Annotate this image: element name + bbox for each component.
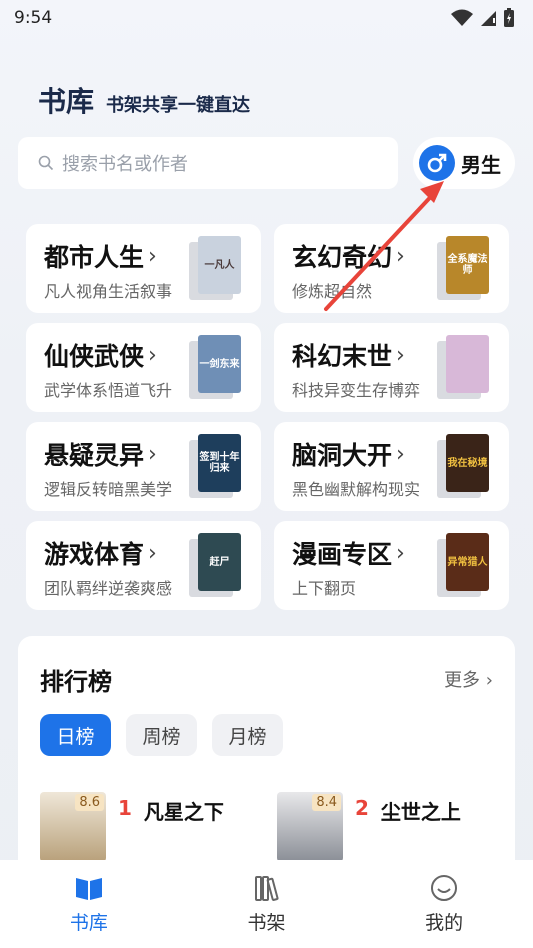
tab-bookshelf[interactable]: 书架 <box>178 860 356 948</box>
tab-label: 我的 <box>425 912 464 934</box>
category-title: 都市人生 › <box>44 243 157 272</box>
battery-icon <box>504 8 514 27</box>
book-cover: 8.4 <box>277 792 343 862</box>
category-title: 脑洞大开 › <box>292 441 405 470</box>
category-desc: 逻辑反转暗黑美学 <box>44 480 173 499</box>
ranking-more-link[interactable]: 更多 › <box>444 666 493 692</box>
search-icon <box>38 155 54 171</box>
category-desc: 上下翻页 <box>292 579 357 598</box>
category-title: 漫画专区 › <box>292 540 405 569</box>
wifi-icon <box>451 9 473 26</box>
category-desc: 科技异变生存博弈 <box>292 381 421 400</box>
page-subtitle: 书架共享一键直达 <box>106 95 251 116</box>
category-card-mystery[interactable]: 悬疑灵异 › 逻辑反转暗黑美学 签到十年归来 <box>26 422 261 511</box>
status-bar: 9:54 <box>0 0 533 36</box>
book-cover: 异常猎人 <box>437 533 489 597</box>
category-title: 悬疑灵异 › <box>44 441 157 470</box>
category-desc: 团队羁绊逆袭爽感 <box>44 579 173 598</box>
book-cover: 签到十年归来 <box>189 434 241 498</box>
book-cover: 赶尸 <box>189 533 241 597</box>
category-desc: 黑色幽默解构现实 <box>292 480 421 499</box>
page-title: 书库 <box>38 85 95 118</box>
book-title: 尘世之上 <box>380 800 461 824</box>
chevron-right-icon: › <box>148 342 157 368</box>
book-cover: 我在秘境 <box>437 434 489 498</box>
ranking-panel: 排行榜 更多 › 日榜 周榜 月榜 8.6 1 凡星之下 8.4 2 尘世之上 <box>18 636 515 876</box>
tab-daily[interactable]: 日榜 <box>40 714 111 756</box>
chevron-right-icon: › <box>148 441 157 467</box>
book-cover <box>437 335 489 399</box>
category-title: 仙侠武侠 › <box>44 342 157 371</box>
category-card-scifi[interactable]: 科幻末世 › 科技异变生存博弈 <box>274 323 509 412</box>
category-card-comics[interactable]: 漫画专区 › 上下翻页 异常猎人 <box>274 521 509 610</box>
status-icons <box>451 8 515 28</box>
smile-icon <box>431 875 458 901</box>
score-badge: 8.6 <box>75 794 104 811</box>
category-card-games-sports[interactable]: 游戏体育 › 团队羁绊逆袭爽感 赶尸 <box>26 521 261 610</box>
tab-library[interactable]: 书库 <box>0 860 178 948</box>
bottom-tab-bar: 书库 书架 我的 <box>0 860 533 948</box>
category-card-urban[interactable]: 都市人生 › 凡人视角生活叙事 一凡人 <box>26 224 261 313</box>
bookshelf-icon <box>254 876 279 901</box>
chevron-right-icon: › <box>396 540 405 566</box>
chevron-right-icon: › <box>485 670 493 691</box>
category-desc: 凡人视角生活叙事 <box>44 282 173 301</box>
tab-mine[interactable]: 我的 <box>355 860 533 948</box>
book-cover: 一剑东来 <box>189 335 241 399</box>
chevron-right-icon: › <box>148 540 157 566</box>
search-placeholder: 搜索书名或作者 <box>62 154 188 175</box>
ranking-title: 排行榜 <box>40 668 112 696</box>
category-card-brainhole[interactable]: 脑洞大开 › 黑色幽默解构现实 我在秘境 <box>274 422 509 511</box>
book-cover: 一凡人 <box>189 236 241 300</box>
chevron-right-icon: › <box>396 441 405 467</box>
book-title: 凡星之下 <box>143 800 224 824</box>
rank-number: 1 <box>118 796 132 820</box>
page-header: 书库 书架共享一键直达 <box>38 80 250 120</box>
category-card-xianxia[interactable]: 仙侠武侠 › 武学体系悟道飞升 一剑东来 <box>26 323 261 412</box>
category-desc: 武学体系悟道飞升 <box>44 381 173 400</box>
tab-weekly[interactable]: 周榜 <box>126 714 197 756</box>
book-cover: 8.6 <box>40 792 106 862</box>
category-title: 游戏体育 › <box>44 540 157 569</box>
ranking-item[interactable]: 8.6 1 凡星之下 <box>40 792 224 862</box>
signal-icon <box>481 11 496 26</box>
tab-label: 书架 <box>247 912 286 934</box>
tab-monthly[interactable]: 月榜 <box>212 714 283 756</box>
chevron-right-icon: › <box>396 342 405 368</box>
score-badge: 8.4 <box>312 794 341 811</box>
status-time: 9:54 <box>14 8 53 28</box>
tab-label: 书库 <box>69 912 108 934</box>
ranking-item[interactable]: 8.4 2 尘世之上 <box>277 792 461 862</box>
category-title: 科幻末世 › <box>292 342 405 371</box>
annotation-arrow-icon <box>324 181 444 311</box>
chevron-right-icon: › <box>148 243 157 269</box>
book-open-icon <box>75 878 102 900</box>
gender-label: 男生 <box>461 152 501 177</box>
rank-number: 2 <box>355 796 369 820</box>
